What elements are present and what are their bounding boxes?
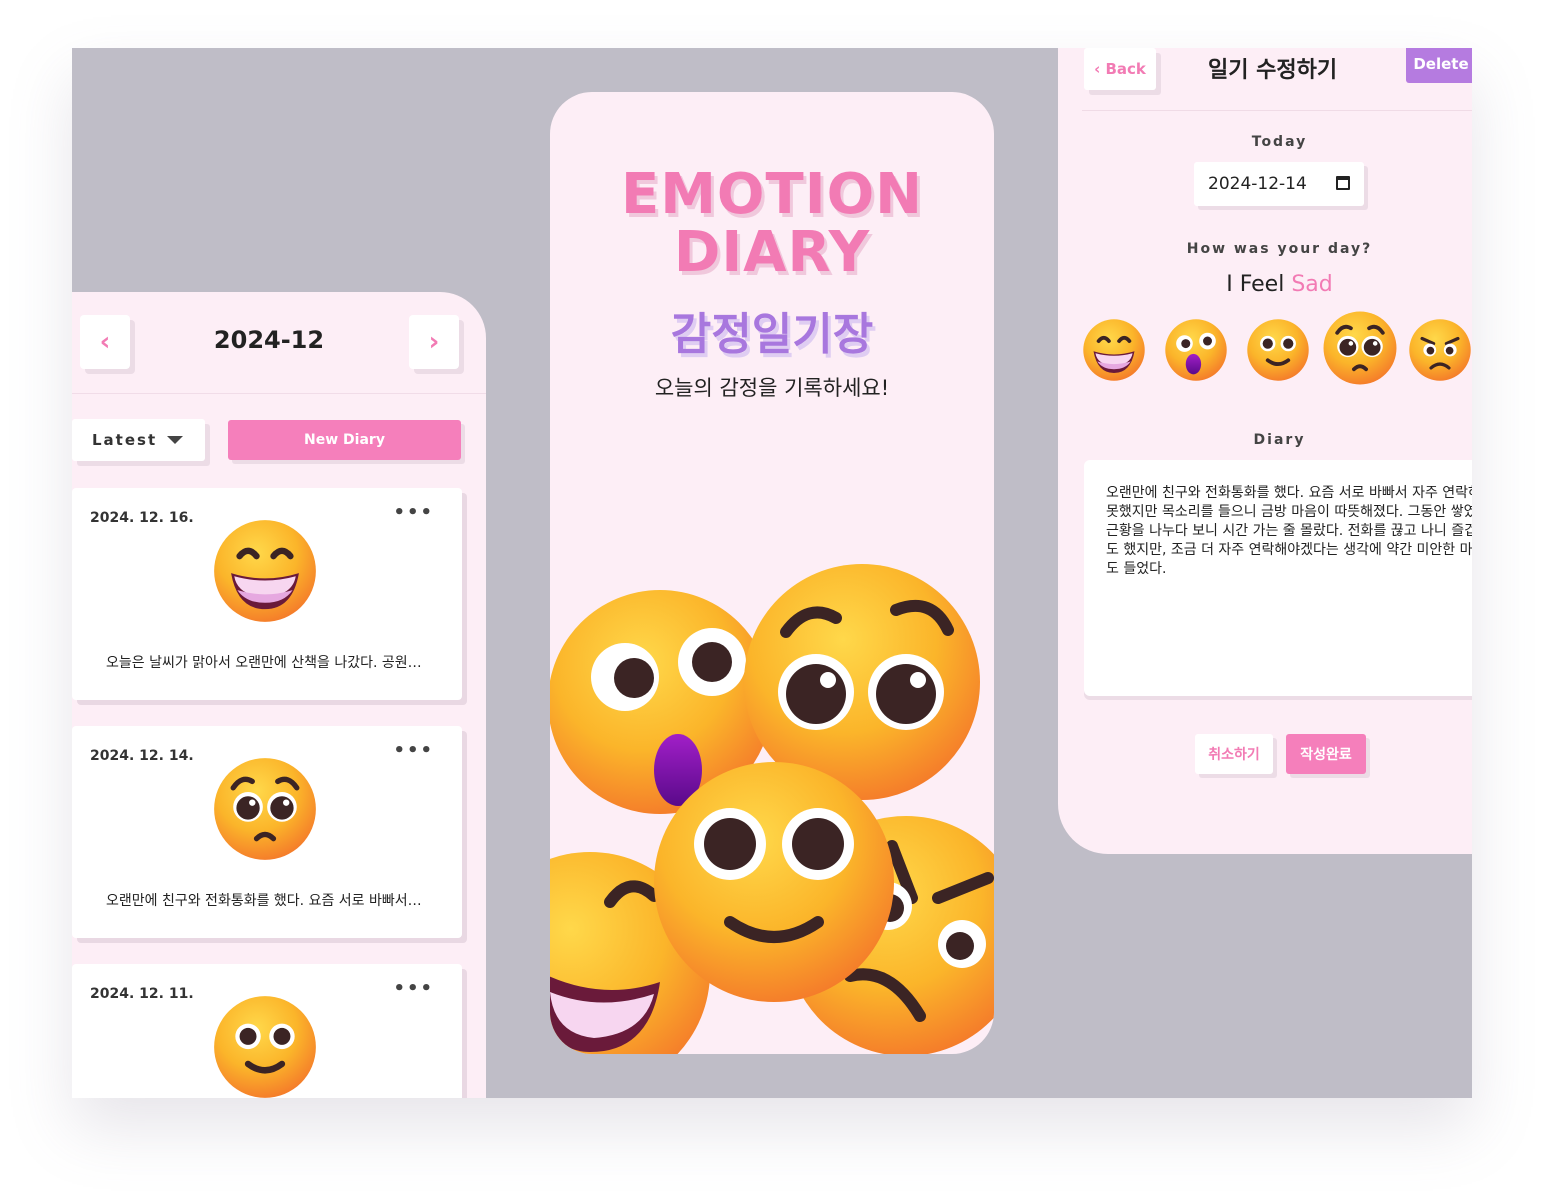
calendar-icon[interactable] <box>1336 176 1350 190</box>
delete-button[interactable]: Delete <box>1406 48 1472 83</box>
diary-preview: 오늘은 날씨가 맑아서 오랜만에 산책을 나갔다. 공원에서 커피를 마셨다 <box>106 655 426 671</box>
diary-list-screen: ‹ 2024-12 › Latest New Diary 2024. 12. 1… <box>72 292 486 1098</box>
page-title: 일기 수정하기 <box>1208 58 1338 83</box>
diary-date: 2024. 12. 16. <box>90 510 194 526</box>
more-options-icon[interactable]: ••• <box>393 740 434 761</box>
header-divider <box>1082 110 1472 111</box>
angry-face-icon[interactable] <box>1408 318 1472 382</box>
feel-value: Sad <box>1291 272 1333 297</box>
intro-subtitle: 오늘의 감정을 기록하세요! <box>654 376 890 400</box>
diary-card[interactable]: 2024. 12. 16. ••• 오늘은 날씨가 맑아서 오랜만에 산책을 나… <box>72 488 462 700</box>
date-input[interactable]: 2024-12-14 <box>1194 162 1364 206</box>
grinning-face-icon[interactable] <box>1082 318 1146 382</box>
submit-button[interactable]: 작성완료 <box>1286 734 1366 774</box>
date-value: 2024-12-14 <box>1208 174 1307 194</box>
today-label: Today <box>1251 134 1308 150</box>
next-month-button[interactable]: › <box>409 315 459 369</box>
sad-face-icon[interactable] <box>1322 310 1398 386</box>
emoji-cluster-illustration <box>550 564 994 1054</box>
diary-date: 2024. 12. 14. <box>90 748 194 764</box>
cancel-button[interactable]: 취소하기 <box>1195 734 1273 774</box>
feeling-display: I Feel Sad <box>1058 272 1472 297</box>
edit-diary-screen: ‹ Back 일기 수정하기 Delete Today 2024-12-14 H… <box>1058 48 1472 854</box>
month-header: ‹ 2024-12 › <box>72 292 486 394</box>
intro-screen: EMOTION DIARY 감정일기장 오늘의 감정을 기록하세요! <box>550 92 994 1054</box>
caret-down-icon <box>167 436 184 444</box>
smiling-face-icon <box>654 762 894 1002</box>
diary-date: 2024. 12. 11. <box>90 986 194 1002</box>
diary-card[interactable]: 2024. 12. 11. ••• <box>72 964 462 1098</box>
diary-card[interactable]: 2024. 12. 14. ••• 오랜만에 친구와 전화통화를 했다. 요즘 … <box>72 726 462 938</box>
smiling-face-icon[interactable] <box>1246 318 1310 382</box>
app-title-line1: EMOTION <box>620 162 924 227</box>
question-label: How was your day? <box>1186 241 1373 257</box>
app-title-en: EMOTION DIARY <box>550 166 994 282</box>
new-diary-button[interactable]: New Diary <box>228 420 461 460</box>
app-title-line2: DIARY <box>673 220 871 285</box>
back-button[interactable]: ‹ Back <box>1084 48 1156 90</box>
sort-label: Latest <box>92 431 158 449</box>
grinning-face-icon <box>212 518 318 624</box>
diary-preview: 오랜만에 친구와 전화통화를 했다. 요즘 서로 바빠서 자주 연락하지 <box>106 893 426 909</box>
diary-label: Diary <box>1253 432 1306 448</box>
more-options-icon[interactable]: ••• <box>393 978 434 999</box>
feel-prefix: I Feel <box>1226 272 1285 297</box>
diary-textarea[interactable]: 오랜만에 친구와 전화통화를 했다. 요즘 서로 바빠서 자주 연락하지 못했지… <box>1084 460 1472 696</box>
sort-dropdown[interactable]: Latest <box>72 419 205 461</box>
more-options-icon[interactable]: ••• <box>393 502 434 523</box>
showcase-stage: ‹ 2024-12 › Latest New Diary 2024. 12. 1… <box>72 48 1472 1098</box>
smiling-face-icon <box>212 994 318 1098</box>
chevron-right-icon: › <box>428 327 440 357</box>
surprised-face-icon[interactable] <box>1164 318 1228 382</box>
sad-face-icon <box>212 756 318 862</box>
app-title-ko: 감정일기장 <box>670 309 874 360</box>
